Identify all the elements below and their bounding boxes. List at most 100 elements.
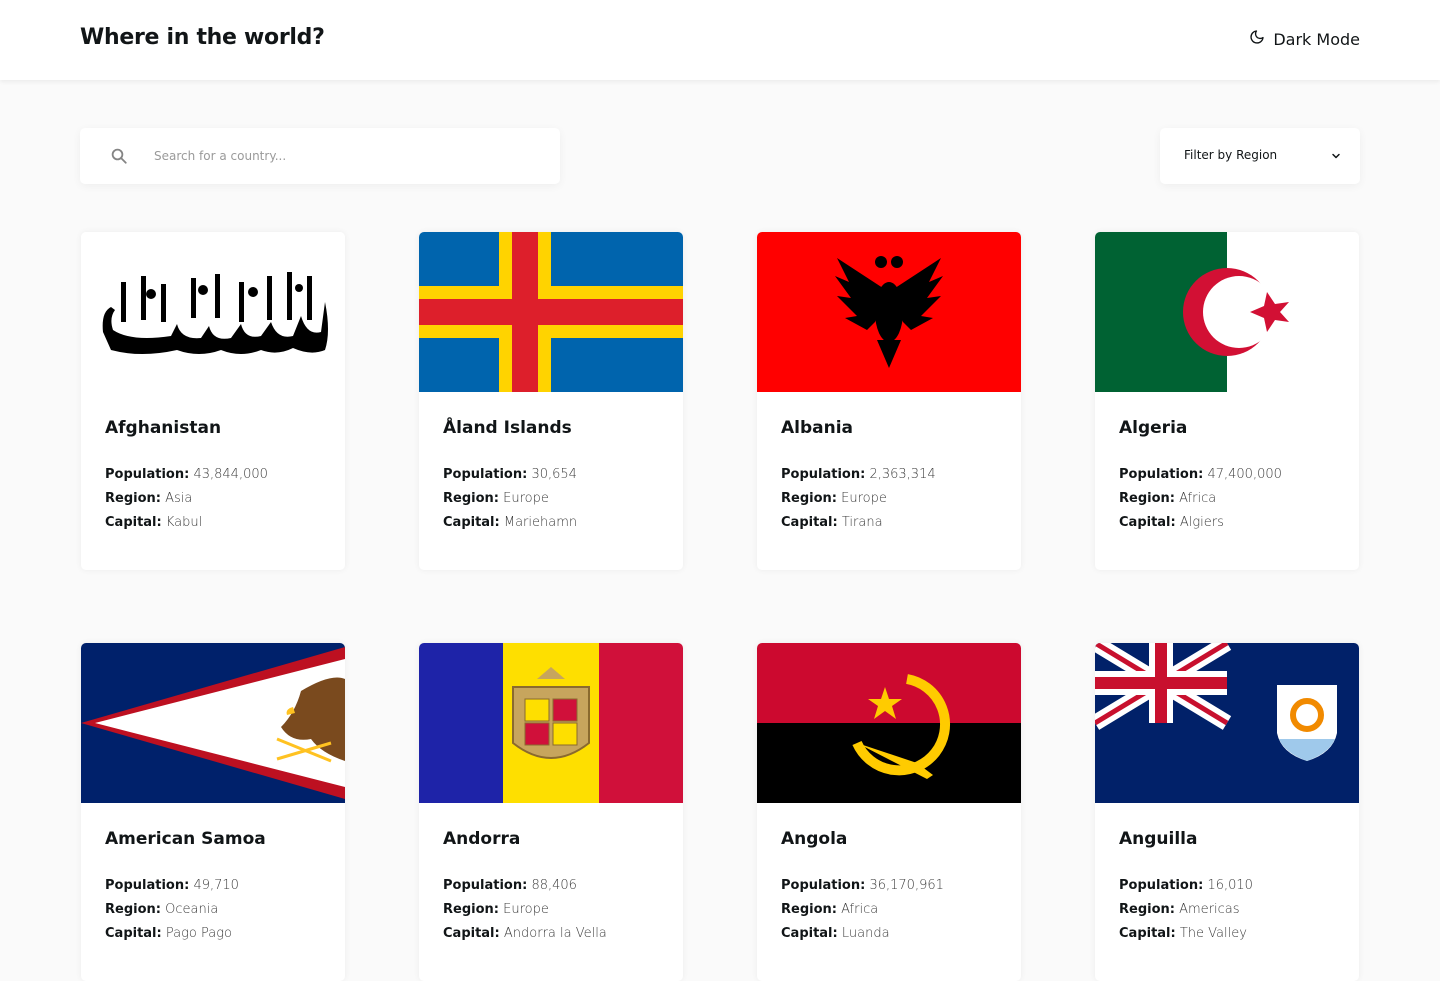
population-value: 43,844,000: [193, 467, 268, 482]
country-region: Region: Americas: [1119, 902, 1240, 917]
country-capital: Capital: Tirana: [781, 515, 883, 530]
capital-value: Andorra la Vella: [503, 926, 607, 941]
moon-icon: [1249, 29, 1265, 49]
capital-value: The Valley: [1179, 926, 1247, 941]
country-population: Population: 2,363,314: [781, 467, 936, 482]
country-card[interactable]: American Samoa Population: 49,710 Region: …: [81, 643, 345, 981]
anguilla-flag: [1095, 643, 1359, 803]
population-label: Population:: [443, 467, 528, 482]
app-title: Where in the world?: [80, 25, 325, 50]
andorra-flag: [419, 643, 683, 803]
american-samoa-flag: [81, 643, 345, 803]
region-value: Africa: [841, 902, 879, 917]
region-label: Region:: [781, 491, 837, 506]
country-population: Population: 30,654: [443, 467, 577, 482]
population-label: Population:: [781, 878, 866, 893]
country-region: Region: Europe: [443, 902, 549, 917]
region-value: Americas: [1179, 902, 1240, 917]
algeria-flag: [1095, 232, 1359, 392]
capital-value: Kabul: [165, 515, 203, 530]
country-capital: Capital: Pago Pago: [105, 926, 232, 941]
country-capital: Capital: Mariehamn: [443, 515, 577, 530]
country-name: Angola: [781, 829, 848, 849]
country-card[interactable]: Afghanistan Population: 43,844,000 Region:…: [81, 232, 345, 570]
region-value: Europe: [841, 491, 887, 506]
search-input[interactable]: [154, 128, 534, 184]
country-name: Åland Islands: [443, 418, 572, 438]
population-label: Population:: [781, 467, 866, 482]
population-value: 2,363,314: [869, 467, 936, 482]
search-box[interactable]: [80, 128, 560, 184]
dark-mode-label: Dark Mode: [1273, 29, 1360, 49]
capital-value: Algiers: [1179, 515, 1224, 530]
site-header: Where in the world? Dark Mode: [0, 0, 1440, 80]
region-value: Oceania: [165, 902, 219, 917]
angola-flag: [757, 643, 1021, 803]
country-region: Region: Oceania: [105, 902, 218, 917]
country-name: Afghanistan: [105, 418, 222, 438]
country-population: Population: 88,406: [443, 878, 577, 893]
capital-value: Luanda: [841, 926, 890, 941]
capital-label: Capital:: [105, 515, 162, 530]
capital-value: Pago Pago: [165, 926, 232, 941]
population-value: 16,010: [1207, 878, 1253, 893]
country-population: Population: 43,844,000: [105, 467, 268, 482]
dark-mode-toggle[interactable]: Dark Mode: [1249, 29, 1360, 49]
country-population: Population: 16,010: [1119, 878, 1253, 893]
population-label: Population:: [1119, 467, 1204, 482]
country-region: Region: Europe: [781, 491, 887, 506]
country-region: Region: Asia: [105, 491, 192, 506]
population-label: Population:: [105, 878, 190, 893]
country-population: Population: 47,400,000: [1119, 467, 1282, 482]
population-label: Population:: [443, 878, 528, 893]
country-card[interactable]: Andorra Population: 88,406 Region: Europe C…: [419, 643, 683, 981]
capital-label: Capital:: [105, 926, 162, 941]
country-card[interactable]: Anguilla Population: 16,010 Region: Americ…: [1095, 643, 1359, 981]
aland-flag: [419, 232, 683, 392]
region-label: Region:: [105, 902, 161, 917]
country-card[interactable]: Åland Islands Population: 30,654 Region: E…: [419, 232, 683, 570]
country-capital: Capital: The Valley: [1119, 926, 1247, 941]
country-name: Albania: [781, 418, 854, 438]
population-label: Population:: [1119, 878, 1204, 893]
country-population: Population: 49,710: [105, 878, 239, 893]
region-value: Asia: [165, 491, 193, 506]
country-capital: Capital: Luanda: [781, 926, 890, 941]
albania-flag: [757, 232, 1021, 392]
capital-label: Capital:: [1119, 515, 1176, 530]
country-region: Region: Africa: [1119, 491, 1216, 506]
population-value: 30,654: [531, 467, 577, 482]
country-card[interactable]: Algeria Population: 47,400,000 Region: Afr…: [1095, 232, 1359, 570]
region-label: Region:: [443, 491, 499, 506]
region-label: Region:: [781, 902, 837, 917]
capital-value: Tirana: [841, 515, 883, 530]
country-card[interactable]: Albania Population: 2,363,314 Region: Euro…: [757, 232, 1021, 570]
country-capital: Capital: Kabul: [105, 515, 202, 530]
capital-label: Capital:: [781, 515, 838, 530]
capital-label: Capital:: [781, 926, 838, 941]
country-capital: Capital: Algiers: [1119, 515, 1224, 530]
afghanistan-flag: [81, 232, 345, 392]
country-card[interactable]: Angola Population: 36,170,961 Region: Afri…: [757, 643, 1021, 981]
population-value: 47,400,000: [1207, 467, 1282, 482]
capital-label: Capital:: [1119, 926, 1176, 941]
country-capital: Capital: Andorra la Vella: [443, 926, 607, 941]
country-region: Region: Africa: [781, 902, 878, 917]
capital-label: Capital:: [443, 515, 500, 530]
region-label: Region:: [105, 491, 161, 506]
country-name: Andorra: [443, 829, 521, 849]
region-label: Region:: [443, 902, 499, 917]
filter-label: Filter by Region: [1184, 148, 1278, 162]
country-name: American Samoa: [105, 829, 266, 849]
capital-value: Mariehamn: [503, 515, 578, 530]
country-region: Region: Europe: [443, 491, 549, 506]
population-value: 36,170,961: [869, 878, 944, 893]
region-value: Africa: [1179, 491, 1217, 506]
capital-label: Capital:: [443, 926, 500, 941]
population-label: Population:: [105, 467, 190, 482]
region-value: Europe: [503, 902, 549, 917]
country-name: Algeria: [1119, 418, 1188, 438]
country-name: Anguilla: [1119, 829, 1198, 849]
region-value: Europe: [503, 491, 549, 506]
region-filter-dropdown[interactable]: Filter by Region: [1160, 128, 1360, 184]
